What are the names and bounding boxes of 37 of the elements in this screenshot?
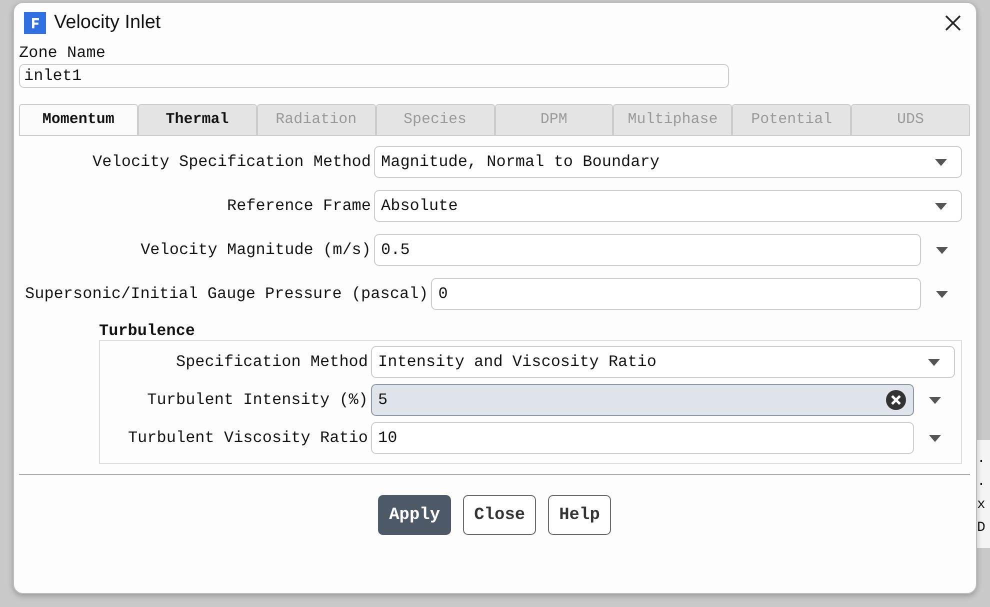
app-logo-icon [24, 12, 46, 34]
caret-icon [935, 158, 947, 166]
zone-name-label: Zone Name [19, 43, 106, 63]
clear-icon[interactable] [885, 389, 907, 411]
caret-icon [935, 202, 947, 210]
dialog-button[interactable]: Apply [378, 495, 452, 535]
dropdown-field[interactable]: Magnitude, Normal to Boundary [374, 146, 962, 178]
field-label: Turbulent Intensity (%) [146, 391, 368, 409]
tab[interactable]: Thermal [138, 104, 257, 135]
console-text: . [976, 473, 986, 492]
console-text: D [976, 519, 986, 538]
console-text: . [976, 450, 986, 469]
field-label: Reference Frame [226, 197, 371, 215]
field-label: Supersonic/Initial Gauge Pressure (pascal) [25, 285, 428, 303]
caret-icon [928, 358, 940, 366]
caret-icon[interactable] [929, 434, 941, 442]
field-label: Turbulent Viscosity Ratio [126, 429, 368, 447]
number-field[interactable]: 0 [431, 278, 921, 310]
dropdown-field[interactable]: Intensity and Viscosity Ratio [371, 346, 955, 378]
number-field[interactable]: 0.5 [374, 234, 921, 266]
console-text: x [976, 496, 986, 515]
zone-name-field[interactable]: inlet1 [19, 64, 729, 88]
section-title: Turbulence [99, 322, 196, 340]
dropdown-field[interactable]: Absolute [374, 190, 962, 222]
close-icon[interactable] [944, 14, 962, 32]
caret-icon[interactable] [936, 246, 948, 254]
window-title: Velocity Inlet [54, 12, 162, 34]
field-label: Specification Method [174, 353, 368, 371]
tab[interactable]: Momentum [19, 104, 138, 135]
caret-icon[interactable] [929, 396, 941, 404]
number-field[interactable]: 5 [371, 384, 914, 416]
number-field[interactable]: 10 [371, 422, 914, 454]
field-label: Velocity Magnitude (m/s) [140, 241, 371, 259]
dialog-button[interactable]: Close [463, 495, 536, 535]
caret-icon[interactable] [936, 290, 948, 298]
dialog-button[interactable]: Help [548, 495, 611, 535]
field-label: Velocity Specification Method [92, 153, 371, 171]
